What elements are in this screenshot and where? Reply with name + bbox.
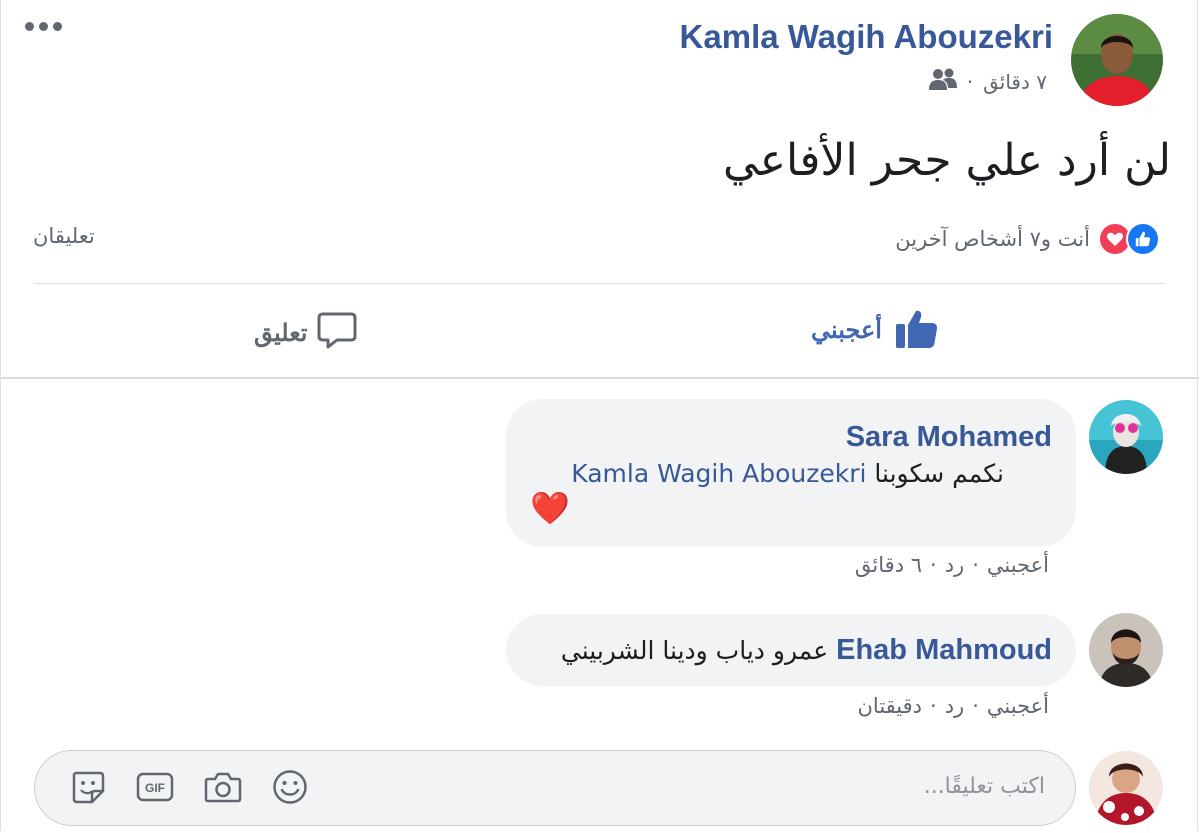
reactions-summary[interactable]: أنت و٧ أشخاص آخرين — [895, 222, 1160, 256]
comment-text-body: نكمم سكوبنا — [874, 459, 1004, 488]
comment-bubble-icon — [317, 312, 357, 354]
camera-icon[interactable] — [204, 770, 242, 804]
commenter-name[interactable]: Ehab Mahmoud — [836, 634, 1052, 667]
emoji-icon[interactable] — [272, 769, 308, 805]
comment-reply-link[interactable]: رد — [945, 553, 965, 577]
current-user-avatar-image — [1089, 751, 1163, 825]
author-avatar[interactable] — [1071, 14, 1163, 106]
separator: · — [930, 553, 937, 577]
comment-time[interactable]: دقيقتان — [858, 694, 923, 718]
comment-text: نكمم سكوبنا Kamla Wagih Abouzekri — [571, 459, 1004, 488]
separator: · — [930, 694, 937, 718]
like-reaction-icon — [1126, 222, 1160, 256]
comment-button-label: تعليق — [254, 319, 308, 347]
comment-input-placeholder[interactable]: اكتب تعليقًا... — [924, 774, 1045, 799]
comment-content: Ehab Mahmoud عمرو دياب ودينا الشربيني — [561, 634, 1052, 667]
comment-time[interactable]: ٦ دقائق — [855, 553, 922, 577]
separator: · — [972, 553, 979, 577]
divider — [34, 283, 1164, 284]
svg-text:GIF: GIF — [145, 781, 165, 795]
current-user-avatar[interactable] — [1089, 751, 1163, 825]
heart-emoji: ❤️ — [530, 489, 570, 527]
comments-divider — [1, 377, 1199, 379]
post-text: لن أرد علي جحر الأفاعي — [723, 135, 1171, 186]
comments-count[interactable]: تعليقان — [33, 224, 95, 248]
post-meta: ٧ دقائق · — [928, 68, 1047, 95]
commenter-avatar-image — [1089, 613, 1163, 687]
commenter-avatar[interactable] — [1089, 400, 1163, 474]
post-time[interactable]: ٧ دقائق — [983, 70, 1047, 94]
comment-bubble: Ehab Mahmoud عمرو دياب ودينا الشربيني — [506, 614, 1076, 686]
comment-composer[interactable]: اكتب تعليقًا... GIF — [34, 750, 1076, 826]
reactions-summary-text: أنت و٧ أشخاص آخرين — [895, 227, 1090, 251]
comment-actions: أعجبني · رد · دقيقتان — [858, 694, 1050, 718]
comment-reply-link[interactable]: رد — [945, 694, 965, 718]
separator: · — [972, 694, 979, 718]
commenter-avatar-image — [1089, 400, 1163, 474]
like-button[interactable]: أعجبني — [811, 308, 938, 352]
comment-bubble: Sara Mohamed نكمم سكوبنا Kamla Wagih Abo… — [506, 399, 1076, 547]
comment-text: عمرو دياب ودينا الشربيني — [560, 636, 829, 665]
post-card: Kamla Wagih Abouzekri ٧ دقائق · لن أرد ع… — [0, 0, 1199, 831]
author-avatar-image — [1071, 14, 1163, 106]
meta-separator: · — [966, 69, 974, 94]
more-options-icon[interactable] — [25, 22, 62, 31]
gif-icon[interactable]: GIF — [136, 772, 174, 802]
commenter-name[interactable]: Sara Mohamed — [846, 421, 1052, 454]
post-author-name[interactable]: Kamla Wagih Abouzekri — [561, 18, 1053, 56]
mention-link[interactable]: Kamla Wagih Abouzekri — [571, 459, 866, 488]
sticker-icon[interactable] — [70, 769, 106, 805]
composer-tools: GIF — [70, 769, 308, 805]
comment-button[interactable]: تعليق — [254, 312, 357, 354]
comment-actions: أعجبني · رد · ٦ دقائق — [855, 553, 1049, 577]
friends-icon — [928, 68, 957, 95]
comment-like-link[interactable]: أعجبني — [987, 694, 1049, 718]
comment-like-link[interactable]: أعجبني — [987, 553, 1049, 577]
commenter-avatar[interactable] — [1089, 613, 1163, 687]
like-button-label: أعجبني — [811, 316, 882, 344]
thumbs-up-icon — [895, 308, 938, 352]
